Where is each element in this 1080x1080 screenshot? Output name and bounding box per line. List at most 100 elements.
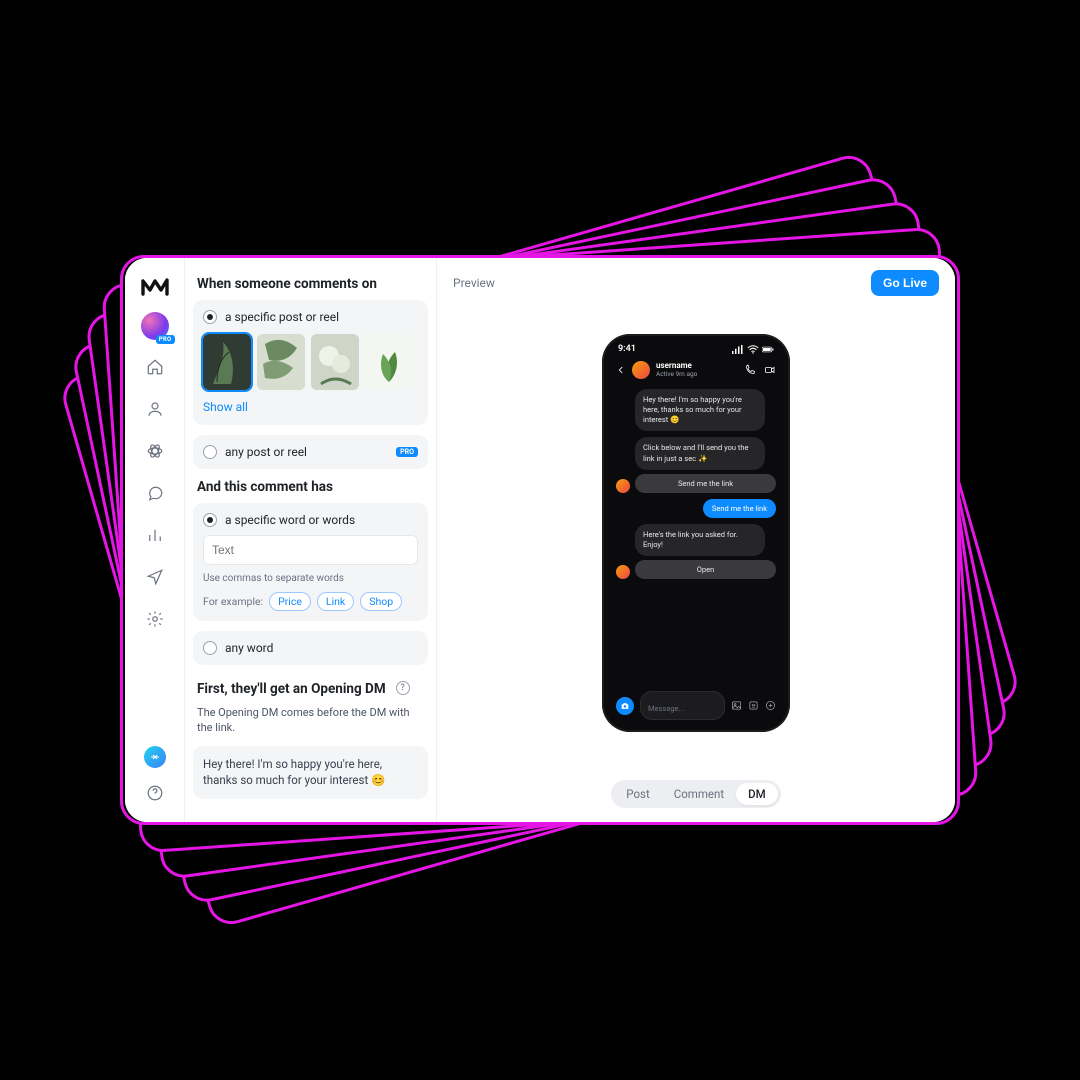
nav-help[interactable] (146, 784, 164, 806)
nav-contacts[interactable] (146, 400, 164, 422)
compose-input[interactable]: Message... (640, 691, 725, 720)
radio-on-icon (203, 310, 217, 324)
plus-icon[interactable] (765, 700, 776, 711)
sparkle-icon (149, 751, 161, 763)
app-logo (141, 276, 169, 296)
video-icon[interactable] (764, 364, 776, 376)
opening-dm-heading: First, they'll get an Opening DM (197, 681, 386, 697)
preview-panel: Preview Go Live 9:41 username (437, 258, 955, 822)
option-any-post[interactable]: any post or reel PRO (203, 445, 418, 459)
keywords-input[interactable] (203, 535, 418, 565)
editor-panel: When someone comments on a specific post… (185, 258, 437, 822)
example-row: For example: Price Link Shop (203, 592, 418, 611)
bars-icon (146, 526, 164, 544)
option-words-label: a specific word or words (225, 513, 355, 527)
incoming-message: Hey there! I'm so happy you're here, tha… (635, 389, 765, 431)
post-thumb-2[interactable] (257, 334, 305, 390)
compose-placeholder: Message... (648, 704, 684, 713)
option-specific-label: a specific post or reel (225, 310, 339, 324)
quick-reply-button[interactable]: Send me the link (635, 474, 776, 493)
trigger-heading: When someone comments on (197, 276, 424, 292)
outgoing-message: Send me the link (703, 499, 776, 518)
camera-icon (620, 701, 630, 711)
nav-ai-assistant[interactable] (144, 746, 166, 768)
example-tag-link[interactable]: Link (317, 592, 354, 611)
message-composer: Message... (608, 685, 784, 726)
tab-comment[interactable]: Comment (662, 783, 736, 805)
image-icon[interactable] (731, 700, 742, 711)
nav-automation[interactable] (146, 442, 164, 464)
condition-words-block: a specific word or words Use commas to s… (193, 503, 428, 621)
nav-home[interactable] (146, 358, 164, 380)
opening-dm-text[interactable]: Hey there! I'm so happy you're here, tha… (193, 746, 428, 799)
chevron-left-icon (616, 365, 626, 375)
pro-badge: PRO (156, 335, 175, 344)
option-any-label: any post or reel (225, 445, 307, 459)
chat-status: Active 9m ago (656, 370, 697, 378)
sticker-icon[interactable] (748, 700, 759, 711)
home-icon (146, 358, 164, 376)
trigger-any-block: any post or reel PRO (193, 435, 428, 469)
option-specific-words[interactable]: a specific word or words (203, 513, 418, 527)
pro-chip: PRO (396, 447, 418, 457)
battery-icon (762, 345, 774, 354)
plant-thumbnail-icon (257, 334, 305, 390)
condition-heading: And this comment has (197, 479, 424, 495)
app-window: PRO (125, 258, 955, 822)
chat-avatar-icon (632, 361, 650, 379)
preview-tabs: Post Comment DM (611, 780, 780, 808)
radio-off-icon (203, 445, 217, 459)
option-any-word[interactable]: any word (203, 641, 418, 655)
account-avatar[interactable]: PRO (141, 312, 169, 340)
camera-button[interactable] (616, 697, 634, 715)
tab-dm[interactable]: DM (736, 783, 778, 805)
keywords-hint: Use commas to separate words (203, 573, 418, 584)
trigger-specific-block: a specific post or reel Show all (193, 300, 428, 425)
person-icon (146, 400, 164, 418)
phone-preview: 9:41 username Active 9m ago (602, 334, 790, 732)
nav-analytics[interactable] (146, 526, 164, 548)
post-thumb-1[interactable] (203, 334, 251, 390)
option-specific-post[interactable]: a specific post or reel (203, 310, 418, 324)
phone-statusbar: 9:41 (608, 342, 784, 354)
radio-on-icon (203, 513, 217, 527)
atom-icon (146, 442, 164, 460)
help-tooltip-icon[interactable]: ? (396, 681, 410, 695)
post-thumb-4[interactable] (365, 334, 413, 390)
option-anyword-label: any word (225, 641, 273, 655)
example-tag-shop[interactable]: Shop (360, 592, 402, 611)
chat-username: username (656, 362, 697, 370)
back-button[interactable] (616, 360, 626, 379)
post-thumb-3[interactable] (311, 334, 359, 390)
tab-post[interactable]: Post (614, 783, 661, 805)
opening-dm-sub: The Opening DM comes before the DM with … (197, 705, 424, 736)
go-live-button[interactable]: Go Live (871, 270, 939, 296)
example-prefix: For example: (203, 595, 263, 608)
chat-icon (146, 484, 164, 502)
mini-avatar-icon (616, 565, 630, 579)
wifi-icon (747, 345, 759, 354)
condition-anyword-block: any word (193, 631, 428, 665)
sidebar: PRO (125, 258, 185, 822)
signal-icon (732, 345, 744, 354)
incoming-message: Here's the link you asked for. Enjoy! (635, 524, 765, 556)
send-icon (146, 568, 164, 586)
nav-broadcast[interactable] (146, 568, 164, 590)
show-all-link[interactable]: Show all (203, 400, 248, 414)
radio-off-icon (203, 641, 217, 655)
open-link-button[interactable]: Open (635, 560, 776, 579)
example-tag-price[interactable]: Price (269, 592, 311, 611)
plant-thumbnail-icon (203, 334, 251, 390)
call-icon[interactable] (744, 364, 756, 376)
plant-thumbnail-icon (365, 334, 413, 390)
chat-body: Hey there! I'm so happy you're here, tha… (608, 385, 784, 685)
nav-live-chat[interactable] (146, 484, 164, 506)
gear-icon (146, 610, 164, 628)
nav-settings[interactable] (146, 610, 164, 632)
mini-avatar-icon (616, 479, 630, 493)
plant-thumbnail-icon (311, 334, 359, 390)
post-thumbnails (203, 334, 418, 390)
phone-time: 9:41 (618, 344, 636, 354)
help-icon (146, 784, 164, 802)
preview-label: Preview (453, 276, 495, 290)
